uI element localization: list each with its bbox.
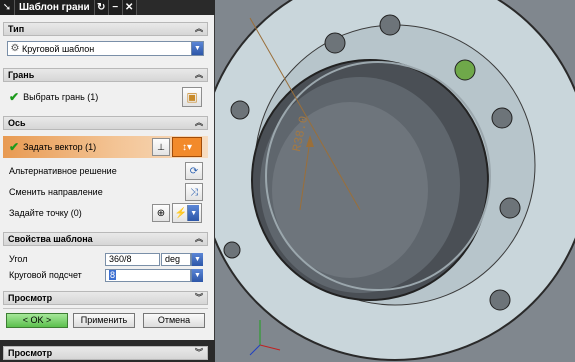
reverse-direction-button[interactable]: ⤨ (185, 183, 203, 201)
reverse-direction-label: Сменить направление (9, 187, 103, 197)
select-face-label: Выбрать грань (1) (23, 92, 99, 102)
alternate-solution-row[interactable]: Альтернативное решение (3, 160, 208, 182)
count-input[interactable]: 8 (105, 269, 191, 282)
expand-icon: ︾ (195, 293, 203, 302)
collapse-icon: ︽ (195, 118, 203, 127)
pattern-type-select[interactable]: ⚙ Круговой шаблон ▼ (7, 41, 204, 56)
checkmark-icon: ✔ (9, 140, 20, 154)
collapse-icon: ︽ (195, 70, 203, 79)
section-axis-header[interactable]: Ось ︽ (3, 116, 208, 130)
specify-point-label: Задайте точку (0) (9, 208, 82, 218)
select-face-row[interactable]: ✔ Выбрать грань (1) (3, 86, 208, 108)
count-value: 8 (109, 270, 117, 280)
section-type-title: Тип (8, 24, 25, 34)
pattern-type-value: Круговой шаблон (22, 43, 95, 54)
cycle-icon: ⟳ (189, 165, 199, 177)
minimize-icon[interactable]: − (109, 0, 123, 15)
section-face-header[interactable]: Грань ︽ (3, 68, 208, 82)
count-label: Круговой подсчет (9, 270, 82, 280)
section-properties-header[interactable]: Свойства шаблона ︽ (3, 232, 208, 246)
reverse-direction-row[interactable]: Сменить направление (3, 181, 208, 203)
face-pattern-dialog: ➘ Шаблон грани ↻ − ✕ Тип ︽ ⚙ Круговой ша… (0, 0, 215, 340)
section-type-header[interactable]: Тип ︽ (3, 22, 208, 36)
graphics-viewport[interactable]: R38.0 (210, 0, 575, 362)
bottom-preview-header[interactable]: Просмотр ︾ (3, 346, 208, 360)
part-model (210, 0, 575, 362)
section-preview-header[interactable]: Просмотр ︾ (3, 291, 208, 305)
expand-icon: ︾ (195, 348, 203, 357)
reverse-vector-button[interactable]: ⊥ (152, 138, 170, 156)
axis-flip-icon: ⊥ (157, 141, 165, 152)
close-icon[interactable]: ✕ (123, 0, 137, 15)
angle-label: Угол (9, 254, 28, 264)
point-type-button[interactable]: ⚡ ▼ (172, 203, 202, 223)
section-face-title: Грань (8, 70, 35, 80)
vector-icon: ↕▾ (181, 141, 193, 153)
vector-type-button[interactable]: ↕▾ (172, 137, 202, 157)
cancel-button[interactable]: Отмена (143, 313, 205, 328)
chevron-down-icon[interactable]: ▼ (191, 42, 203, 55)
swap-icon: ⤨ (190, 186, 198, 198)
alternate-solution-label: Альтернативное решение (9, 166, 117, 176)
chevron-down-icon: ▼ (187, 205, 200, 221)
section-preview-title: Просмотр (8, 293, 53, 303)
ok-button[interactable]: < OK > (6, 313, 68, 328)
point-dialog-button[interactable]: ⊕ (152, 204, 170, 222)
checkmark-icon: ✔ (9, 90, 20, 104)
bottom-panel: Просмотр ︾ (0, 340, 215, 362)
specify-vector-label: Задать вектор (1) (23, 142, 97, 152)
select-face-button[interactable]: ▣ (182, 87, 202, 107)
point-icon: ⊕ (156, 207, 166, 219)
reset-icon[interactable]: ↻ (95, 0, 109, 15)
gear-icon: ⚙ (10, 43, 20, 54)
bottom-preview-title: Просмотр (8, 348, 53, 358)
collapse-icon: ︽ (195, 234, 203, 243)
dialog-title: Шаблон грани (14, 0, 95, 15)
dialog-titlebar: ➘ Шаблон грани ↻ − ✕ (0, 0, 215, 15)
section-axis-title: Ось (8, 118, 26, 128)
collapse-icon: ︽ (195, 24, 203, 33)
apply-button[interactable]: Применить (73, 313, 135, 328)
section-properties-title: Свойства шаблона (8, 234, 93, 244)
chevron-down-icon[interactable]: ▼ (191, 269, 203, 282)
inferred-point-icon: ⚡ (174, 207, 188, 219)
alternate-solution-button[interactable]: ⟳ (185, 162, 203, 180)
pin-icon[interactable]: ➘ (0, 0, 14, 15)
cube-icon: ▣ (186, 90, 198, 104)
